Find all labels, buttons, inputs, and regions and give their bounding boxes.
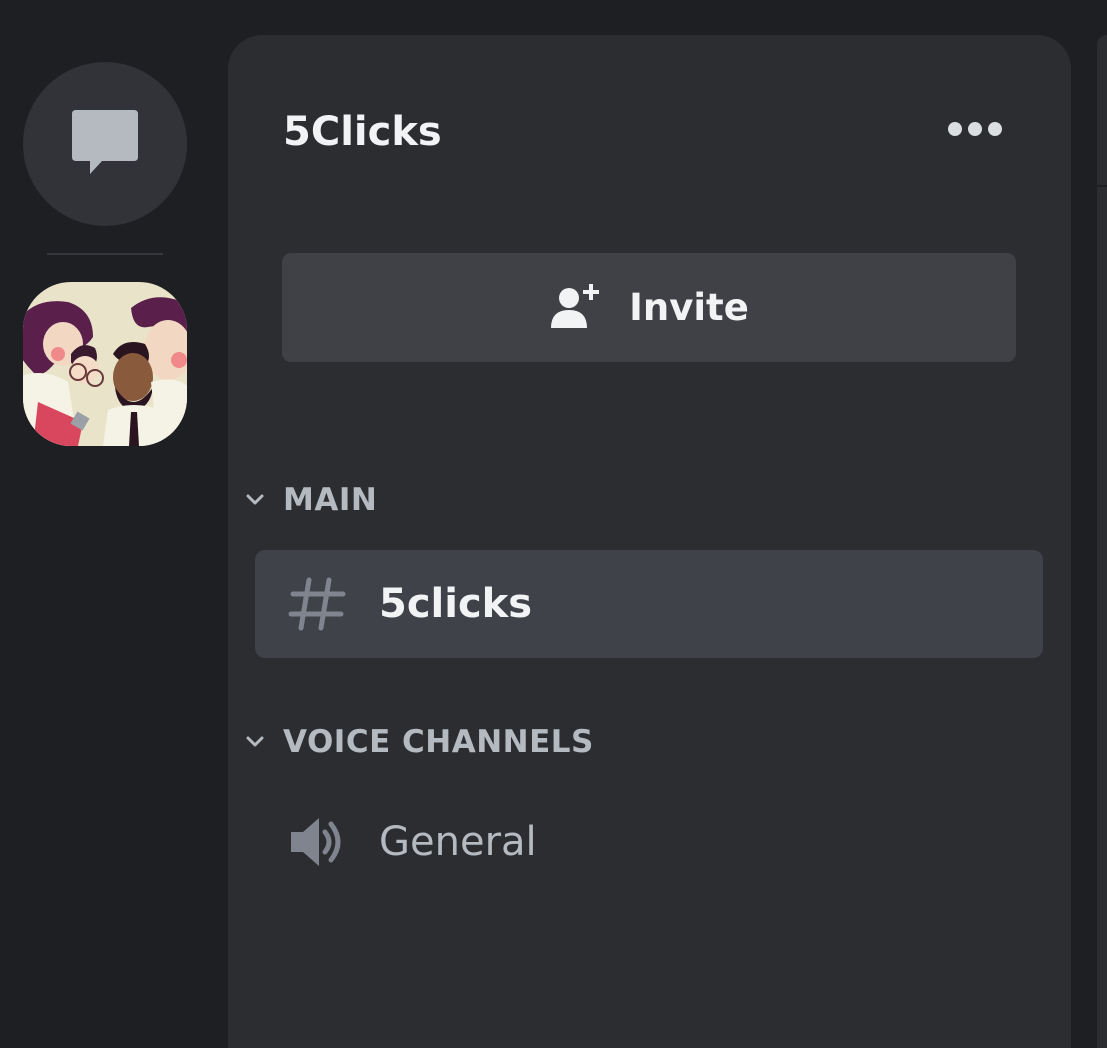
category-label: VOICE CHANNELS [283, 724, 594, 760]
server-icon-5clicks[interactable] [23, 282, 187, 446]
category-label: MAIN [283, 482, 378, 518]
rail-divider [47, 253, 163, 255]
direct-messages-button[interactable] [23, 62, 187, 226]
server-rail [0, 0, 210, 1048]
chevron-down-icon [242, 729, 268, 755]
more-options-button[interactable] [940, 113, 1010, 149]
chat-panel-divider [1097, 185, 1107, 187]
channel-5clicks[interactable]: 5clicks [255, 550, 1043, 658]
ellipsis-icon [945, 119, 1005, 143]
channel-general[interactable]: General [255, 788, 1043, 896]
chat-bubble-icon [70, 107, 140, 181]
speaker-icon [285, 810, 349, 874]
category-voice-channels[interactable]: VOICE CHANNELS [242, 724, 594, 760]
add-user-icon [549, 282, 603, 334]
hash-icon [285, 572, 349, 636]
server-name[interactable]: 5Clicks [283, 107, 442, 157]
channel-label: General [379, 819, 537, 865]
app-window: 5Clicks Invite MAIN 5clicks VOICE CHANNE… [0, 0, 1107, 1048]
channel-label: 5clicks [379, 581, 533, 627]
chevron-down-icon [242, 487, 268, 513]
category-main[interactable]: MAIN [242, 482, 377, 518]
invite-label: Invite [629, 286, 749, 329]
invite-button[interactable]: Invite [282, 253, 1016, 362]
channel-panel: 5Clicks Invite MAIN 5clicks VOICE CHANNE… [228, 35, 1071, 1048]
server-avatar-illustration [23, 282, 187, 446]
